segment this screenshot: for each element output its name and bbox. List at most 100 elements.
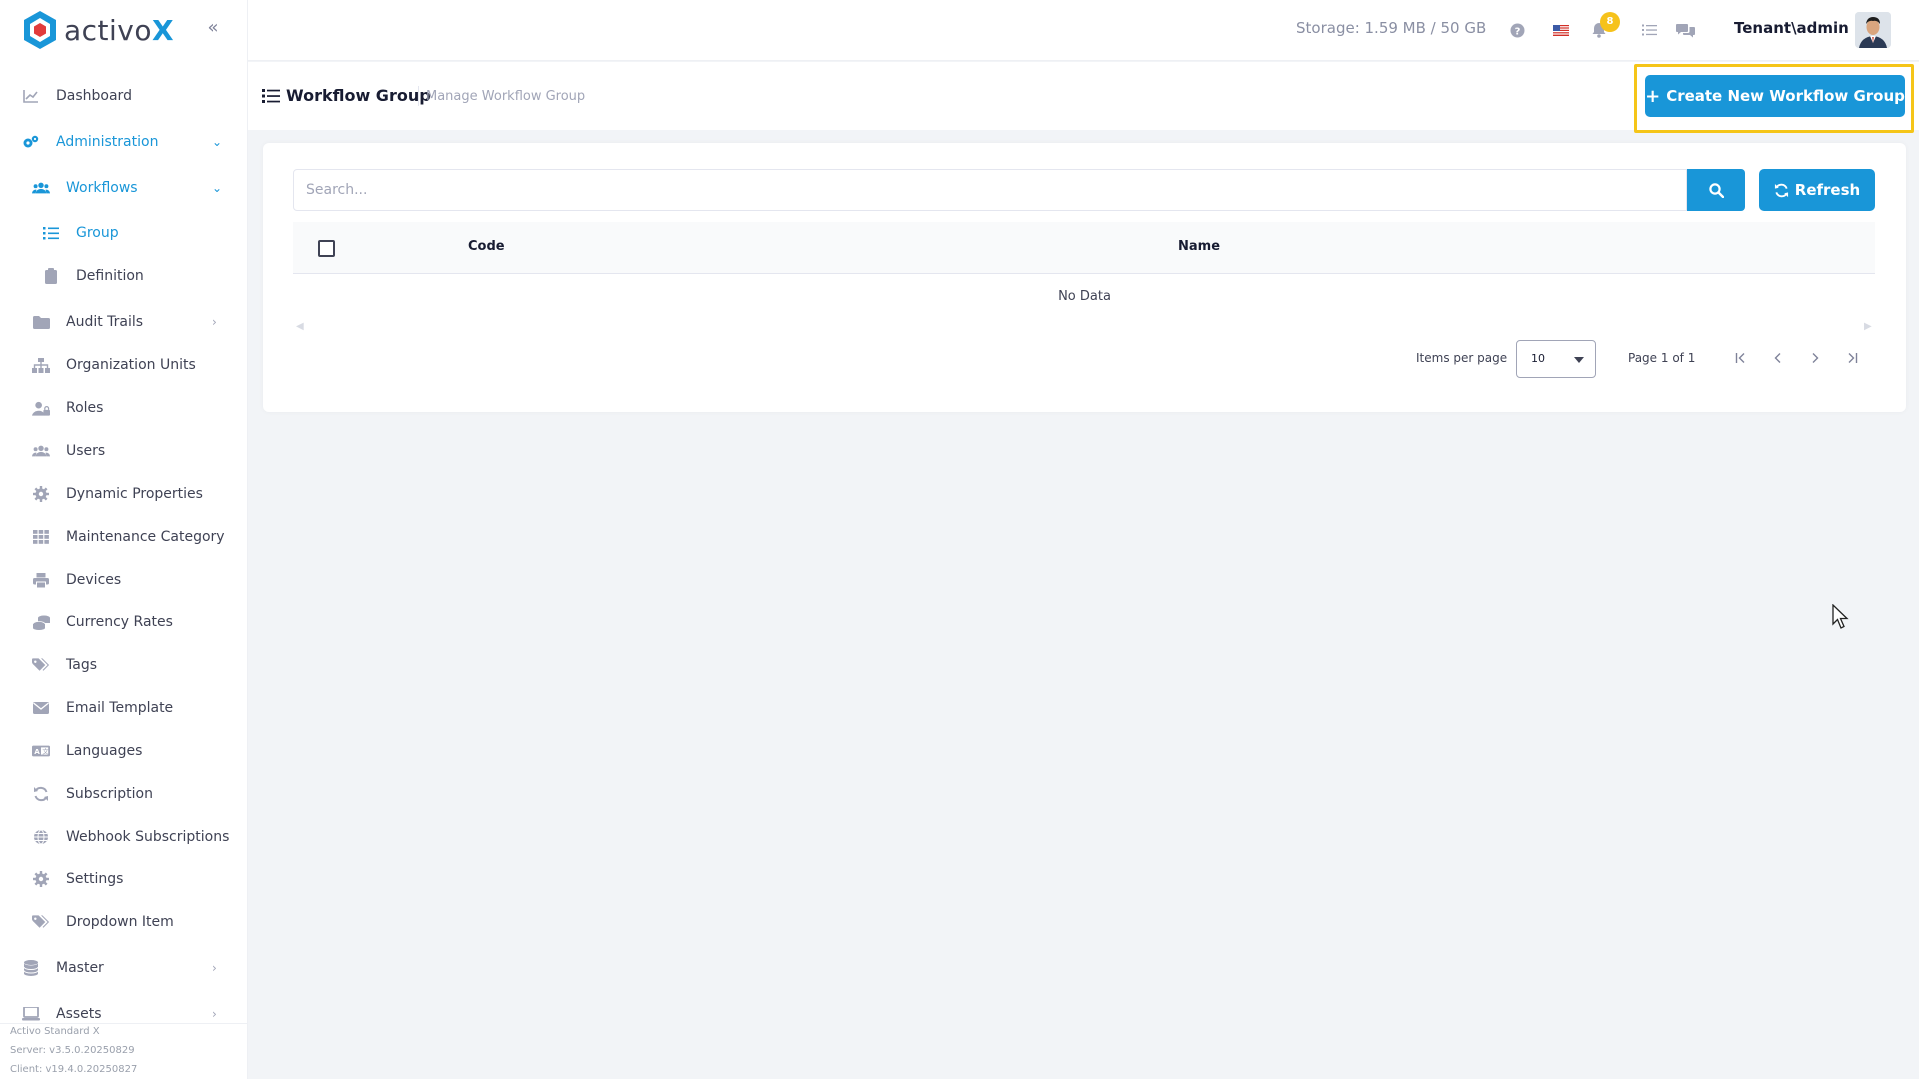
create-button-label: Create New Workflow Group [1666, 87, 1905, 105]
sidebar-item-roles[interactable]: Roles [0, 390, 248, 426]
column-header-name[interactable]: Name [1178, 239, 1220, 254]
sidebar-item-languages[interactable]: A文 Languages [0, 733, 248, 769]
hexagon-logo-icon [24, 11, 56, 49]
sidebar-item-label: Master [56, 960, 104, 976]
page-description: Manage Workflow Group [426, 89, 586, 104]
user-name[interactable]: Tenant\admin [1734, 19, 1849, 37]
grid-icon [32, 528, 50, 546]
client-version: Client: v19.4.0.20250827 [10, 1064, 138, 1075]
sidebar-item-settings[interactable]: Settings [0, 861, 248, 897]
sidebar-item-webhook-subscriptions[interactable]: Webhook Subscriptions [0, 819, 248, 855]
sidebar-item-email-template[interactable]: Email Template [0, 690, 248, 726]
items-per-page-select[interactable]: 10 [1516, 340, 1596, 378]
chevron-right-icon: › [212, 315, 217, 329]
top-bar: Storage: 1.59 MB / 50 GB ? 8 Tenant\admi… [248, 0, 1919, 61]
divider [418, 86, 419, 106]
users-icon [32, 179, 50, 197]
scroll-left-icon[interactable]: ◀ [296, 321, 304, 332]
server-version: Server: v3.5.0.20250829 [10, 1045, 135, 1056]
sync-icon [1774, 183, 1788, 197]
caret-down-icon [1574, 357, 1584, 363]
sidebar-item-label: Email Template [66, 700, 174, 716]
items-per-page-label: Items per page [1416, 351, 1508, 365]
sidebar-item-currency-rates[interactable]: Currency Rates [0, 604, 248, 640]
sidebar: activoX « Dashboard Administration ⌄ Wor… [0, 0, 248, 1079]
previous-page-icon[interactable] [1766, 346, 1790, 370]
sidebar-item-audit-trails[interactable]: Audit Trails › [0, 304, 248, 340]
version-info: Activo Standard X Server: v3.5.0.2025082… [10, 1022, 248, 1079]
svg-text:?: ? [1514, 26, 1520, 37]
sidebar-item-definition[interactable]: Definition [0, 258, 248, 294]
select-all-checkbox[interactable] [318, 240, 335, 257]
sidebar-item-label: Currency Rates [66, 614, 173, 630]
sidebar-item-organization-units[interactable]: Organization Units [0, 347, 248, 383]
first-page-icon[interactable] [1729, 346, 1753, 370]
sidebar-item-users[interactable]: Users [0, 433, 248, 469]
sidebar-item-label: Assets [56, 1006, 102, 1022]
sidebar-item-subscription[interactable]: Subscription [0, 776, 248, 812]
user-lock-icon [32, 399, 50, 417]
search-button[interactable] [1687, 169, 1745, 211]
sidebar-item-label: Webhook Subscriptions [66, 829, 230, 845]
sidebar-item-dropdown-item[interactable]: Dropdown Item [0, 904, 248, 940]
svg-text:文: 文 [42, 747, 49, 756]
create-new-workflow-group-button[interactable]: + Create New Workflow Group [1645, 75, 1905, 117]
sidebar-item-tags[interactable]: Tags [0, 647, 248, 683]
database-icon [22, 959, 40, 977]
sidebar-item-label: Subscription [66, 786, 153, 802]
folder-icon [32, 313, 50, 331]
refresh-label: Refresh [1794, 181, 1861, 199]
chart-line-icon [22, 87, 40, 105]
sidebar-item-devices[interactable]: Devices [0, 562, 248, 598]
chat-icon[interactable] [1674, 19, 1696, 41]
page-info: Page 1 of 1 [1628, 351, 1696, 365]
tasks-icon[interactable] [1638, 19, 1660, 41]
chevron-right-icon: › [212, 961, 217, 975]
sidebar-item-group[interactable]: Group [0, 215, 248, 251]
help-icon[interactable]: ? [1506, 19, 1528, 41]
cogs-icon [22, 133, 40, 151]
sync-icon [32, 785, 50, 803]
last-page-icon[interactable] [1840, 346, 1864, 370]
gear-icon [32, 870, 50, 888]
sidebar-item-dashboard[interactable]: Dashboard [0, 78, 248, 114]
collapse-sidebar-icon[interactable]: « [203, 18, 223, 38]
search-input[interactable] [293, 169, 1687, 211]
sidebar-item-dynamic-properties[interactable]: Dynamic Properties [0, 476, 248, 512]
product-name: Activo Standard X [10, 1026, 100, 1037]
next-page-icon[interactable] [1803, 346, 1827, 370]
column-header-code[interactable]: Code [468, 239, 505, 254]
refresh-button[interactable]: Refresh [1759, 169, 1875, 211]
plus-icon: + [1645, 85, 1661, 107]
sidebar-item-label: Organization Units [66, 357, 196, 373]
storage-usage: Storage: 1.59 MB / 50 GB [1296, 19, 1487, 37]
sidebar-item-label: Tags [66, 657, 97, 673]
flag-us-icon[interactable] [1550, 19, 1572, 41]
sidebar-item-label: Languages [66, 743, 143, 759]
notification-badge: 8 [1600, 12, 1620, 32]
sidebar-item-administration[interactable]: Administration ⌄ [0, 124, 248, 160]
sidebar-item-label: Group [76, 225, 119, 241]
sidebar-item-label: Settings [66, 871, 124, 887]
search-icon [1708, 182, 1724, 198]
table-header: Code Name [293, 222, 1875, 274]
mouse-cursor-icon [1832, 604, 1849, 629]
avatar[interactable] [1855, 12, 1891, 48]
scroll-right-icon[interactable]: ▶ [1864, 321, 1872, 332]
chevron-down-icon: ⌄ [212, 181, 223, 195]
svg-text:A: A [34, 747, 40, 756]
sidebar-item-label: Roles [66, 400, 104, 416]
sidebar-item-master[interactable]: Master › [0, 950, 248, 986]
sidebar-item-workflows[interactable]: Workflows ⌄ [0, 170, 248, 206]
empty-state-text: No Data [1058, 289, 1111, 304]
language-icon: A文 [32, 742, 50, 760]
coins-icon [32, 613, 50, 631]
brand-logo[interactable]: activoX [22, 10, 174, 50]
sidebar-item-label: Devices [66, 572, 122, 588]
clipboard-icon [42, 267, 60, 285]
laptop-icon [22, 1005, 40, 1023]
sidebar-item-maintenance-category[interactable]: Maintenance Category [0, 519, 248, 555]
sidebar-item-label: Dropdown Item [66, 914, 174, 930]
sidebar-item-label: Audit Trails [66, 314, 144, 330]
items-per-page-value: 10 [1531, 352, 1545, 365]
